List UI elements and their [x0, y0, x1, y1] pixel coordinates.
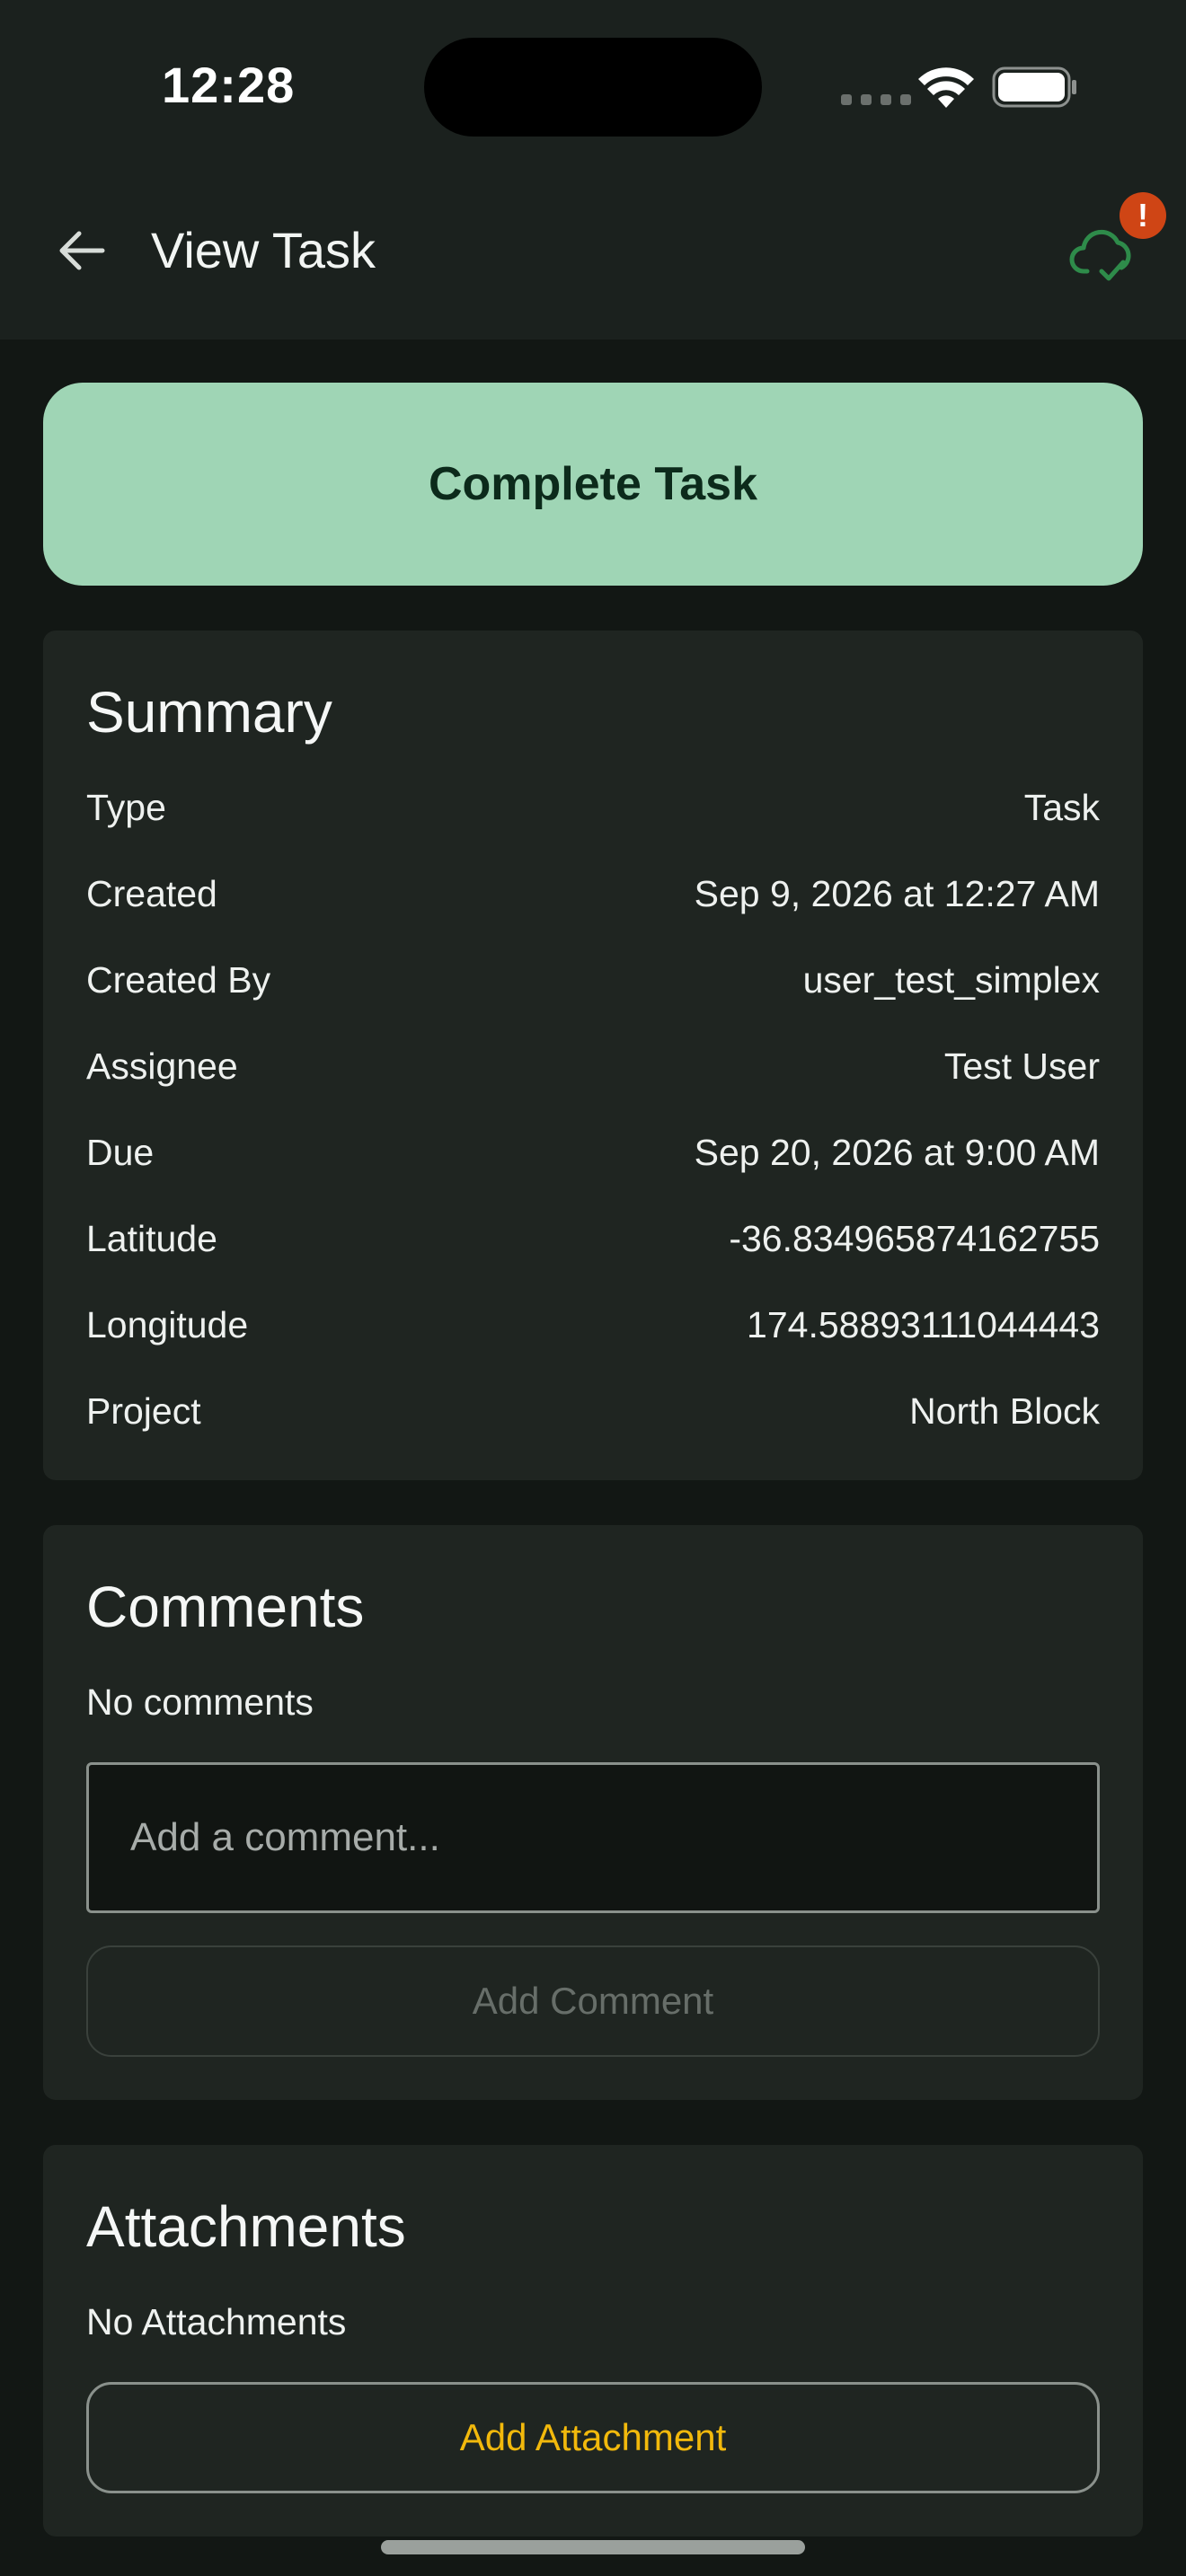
summary-row-value: Sep 20, 2026 at 9:00 AM: [694, 1132, 1100, 1173]
summary-row-value: 174.58893111044443: [747, 1304, 1100, 1345]
no-comments-text: No comments: [86, 1681, 314, 1723]
status-time: 12:28: [162, 57, 296, 113]
add-comment-button[interactable]: Add Comment: [86, 1945, 1100, 2057]
summary-row-label: Project: [86, 1390, 201, 1432]
summary-row-value: Sep 9, 2026 at 12:27 AM: [694, 873, 1100, 914]
summary-row-label: Created: [86, 873, 217, 914]
comment-input[interactable]: [86, 1762, 1100, 1913]
wifi-icon: [918, 67, 974, 108]
home-indicator[interactable]: [381, 2540, 805, 2554]
summary-row-value: Task: [1023, 787, 1100, 828]
summary-row-value: North Block: [909, 1390, 1100, 1432]
summary-card: Summary Type Task Created Sep 9, 2026 at…: [43, 631, 1143, 1480]
comments-title: Comments: [86, 1575, 365, 1639]
dynamic-island: [424, 38, 762, 137]
attachments-title: Attachments: [86, 2194, 406, 2259]
summary-row-label: Created By: [86, 959, 271, 1001]
comments-card: Comments No comments Add Comment: [43, 1525, 1143, 2100]
summary-row-value: user_test_simplex: [802, 959, 1100, 1001]
no-attachments-text: No Attachments: [86, 2301, 347, 2342]
battery-icon: [992, 66, 1076, 108]
summary-title: Summary: [86, 680, 332, 745]
page-title: View Task: [151, 222, 376, 278]
complete-task-button[interactable]: Complete Task: [43, 383, 1143, 586]
sync-alert-badge: !: [1120, 192, 1166, 239]
cellular-signal-icon: [841, 94, 911, 105]
add-attachment-button[interactable]: Add Attachment: [86, 2382, 1100, 2493]
summary-row-label: Latitude: [86, 1218, 217, 1259]
back-arrow-icon[interactable]: [56, 225, 108, 277]
summary-row-label: Due: [86, 1132, 155, 1173]
summary-row-value: Test User: [943, 1045, 1100, 1087]
summary-row-label: Type: [86, 787, 166, 828]
attachments-card: Attachments No Attachments Add Attachmen…: [43, 2145, 1143, 2536]
summary-row-label: Longitude: [86, 1304, 249, 1345]
summary-row-label: Assignee: [86, 1045, 238, 1087]
summary-row-value: -36.834965874162755: [729, 1218, 1100, 1259]
status-bar: 12:28: [0, 0, 1186, 171]
